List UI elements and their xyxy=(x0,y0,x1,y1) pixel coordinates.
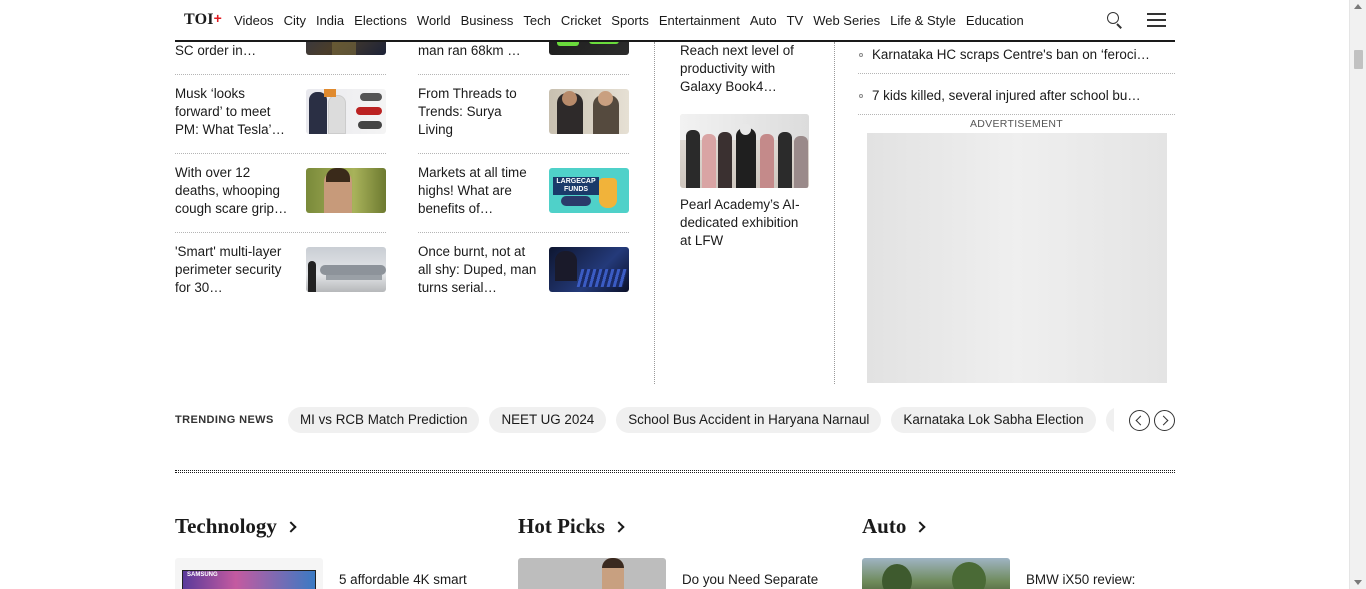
story-thumbnail[interactable] xyxy=(549,247,629,292)
divider xyxy=(175,232,386,233)
bullet-icon xyxy=(859,53,863,57)
trending-next-button[interactable] xyxy=(1154,409,1175,431)
section-heading[interactable]: Hot Picks xyxy=(518,512,838,540)
nav-link-videos[interactable]: Videos xyxy=(234,13,274,28)
section-heading[interactable]: Auto xyxy=(862,512,1182,540)
story-title[interactable]: SC order in… xyxy=(175,42,295,60)
story-thumbnail[interactable] xyxy=(518,558,666,589)
headline-text[interactable]: Karnataka HC scraps Centre's ban on ‘fer… xyxy=(872,47,1150,62)
story-thumbnail[interactable] xyxy=(862,558,1010,589)
nav-link-business[interactable]: Business xyxy=(461,13,514,28)
divider xyxy=(418,153,629,154)
chevron-right-icon xyxy=(1158,415,1169,425)
scroll-down-arrow-icon[interactable] xyxy=(1354,580,1362,585)
nav-link-life-style[interactable]: Life & Style xyxy=(890,13,956,28)
story-thumbnail[interactable] xyxy=(306,247,386,292)
story-thumbnail[interactable] xyxy=(306,89,386,134)
story-title[interactable]: Once burnt, not at all shy: Duped, man t… xyxy=(418,243,538,297)
section-divider xyxy=(175,470,1175,473)
section-auto: Auto BMW iX50 review: xyxy=(862,512,1182,589)
story-title[interactable]: man ran 68km … xyxy=(418,42,538,60)
thumbnail-caption: LARGECAP FUNDS xyxy=(553,177,599,195)
scrollbar-thumb[interactable] xyxy=(1354,50,1363,69)
nav-link-auto[interactable]: Auto xyxy=(750,13,777,28)
headline-text[interactable]: 7 kids killed, several injured after sch… xyxy=(872,88,1141,103)
story-title[interactable]: 5 affordable 4K smart xyxy=(339,572,499,587)
story-thumbnail[interactable] xyxy=(549,89,629,134)
headline-link[interactable]: 7 kids killed, several injured after sch… xyxy=(858,88,1175,103)
section-title[interactable]: Hot Picks xyxy=(518,514,605,539)
nav-link-sports[interactable]: Sports xyxy=(611,13,649,28)
headline-link[interactable]: Karnataka HC scraps Centre's ban on ‘fer… xyxy=(858,47,1175,62)
top-navigation-bar: TOI+ Videos City India Elections World B… xyxy=(175,0,1175,42)
thumbnail-caption: SAMSUNG xyxy=(187,572,218,578)
story-title[interactable]: With over 12 deaths, whooping cough scar… xyxy=(175,164,295,218)
nav-link-education[interactable]: Education xyxy=(966,13,1024,28)
chevron-right-icon[interactable] xyxy=(285,520,297,533)
nav-link-entertainment[interactable]: Entertainment xyxy=(659,13,740,28)
trending-pill[interactable]: School Bus Accident in Haryana Narnaul xyxy=(616,407,882,433)
trending-pill[interactable]: Or xyxy=(1105,407,1114,433)
trending-label: TRENDING NEWS xyxy=(175,414,274,426)
logo-plus[interactable]: + xyxy=(214,10,222,26)
section-technology: Technology SAMSUNG 5 affordable 4K smart xyxy=(175,512,495,589)
trending-prev-button[interactable] xyxy=(1129,409,1150,431)
page-scrollbar[interactable] xyxy=(1349,0,1366,589)
nav-link-elections[interactable]: Elections xyxy=(354,13,407,28)
divider xyxy=(418,232,629,233)
divider xyxy=(418,74,629,75)
trending-pills: MI vs RCB Match Prediction NEET UG 2024 … xyxy=(288,406,1114,434)
search-icon[interactable] xyxy=(1106,11,1124,29)
story-title[interactable]: Reach next level of productivity with Ga… xyxy=(680,42,810,96)
story-title[interactable]: BMW iX50 review: xyxy=(1026,572,1186,587)
nav-link-cricket[interactable]: Cricket xyxy=(561,13,601,28)
section-hot-picks: Hot Picks Do you Need Separate xyxy=(518,512,838,589)
chevron-left-icon xyxy=(1135,415,1146,425)
story-title[interactable]: From Threads to Trends: Surya Living xyxy=(418,85,538,139)
nav-link-tech[interactable]: Tech xyxy=(523,13,550,28)
nav-link-city[interactable]: City xyxy=(284,13,306,28)
story-thumbnail[interactable] xyxy=(306,168,386,213)
story-title[interactable]: 'Smart' multi-layer perimeter security f… xyxy=(175,243,295,297)
advertisement-label: ADVERTISEMENT xyxy=(970,118,1063,130)
trending-pill[interactable]: MI vs RCB Match Prediction xyxy=(288,407,480,433)
nav-link-india[interactable]: India xyxy=(316,13,344,28)
nav-link-tv[interactable]: TV xyxy=(787,13,804,28)
chevron-right-icon[interactable] xyxy=(914,520,927,533)
story-title[interactable]: Do you Need Separate xyxy=(682,572,842,587)
scroll-up-arrow-icon[interactable] xyxy=(1354,4,1362,9)
story-title[interactable]: Pearl Academy’s AI-dedicated exhibition … xyxy=(680,196,810,250)
story-title[interactable]: Musk ‘looks forward’ to meet PM: What Te… xyxy=(175,85,295,139)
divider xyxy=(858,73,1175,74)
story-thumbnail[interactable]: SAMSUNG xyxy=(175,558,323,589)
column-divider xyxy=(654,42,655,384)
logo-text[interactable]: TOI xyxy=(184,11,214,28)
toi-plus-logo[interactable]: TOI+ xyxy=(184,10,222,29)
divider xyxy=(175,153,386,154)
story-thumbnail[interactable]: LARGECAP FUNDS xyxy=(549,168,629,213)
section-heading[interactable]: Technology xyxy=(175,512,495,540)
nav-link-web-series[interactable]: Web Series xyxy=(813,13,880,28)
nav-link-world[interactable]: World xyxy=(417,13,451,28)
nav-links: Videos City India Elections World Busine… xyxy=(234,13,1034,28)
hamburger-menu-icon[interactable] xyxy=(1147,13,1166,27)
trending-pill[interactable]: Karnataka Lok Sabha Election xyxy=(891,407,1096,433)
story-title[interactable]: Markets at all time highs! What are bene… xyxy=(418,164,538,218)
nav-actions xyxy=(1106,0,1175,40)
story-thumbnail[interactable] xyxy=(680,114,809,188)
chevron-right-icon[interactable] xyxy=(613,520,625,533)
divider xyxy=(858,114,1175,115)
section-title[interactable]: Auto xyxy=(862,514,906,539)
trending-navigation xyxy=(1129,409,1175,431)
advertisement-slot[interactable] xyxy=(867,133,1167,383)
bullet-icon xyxy=(859,94,863,98)
section-title[interactable]: Technology xyxy=(175,514,277,539)
column-divider xyxy=(834,42,835,384)
trending-pill[interactable]: NEET UG 2024 xyxy=(489,407,607,433)
trending-news-bar: TRENDING NEWS MI vs RCB Match Prediction… xyxy=(175,406,1175,434)
divider xyxy=(175,74,386,75)
